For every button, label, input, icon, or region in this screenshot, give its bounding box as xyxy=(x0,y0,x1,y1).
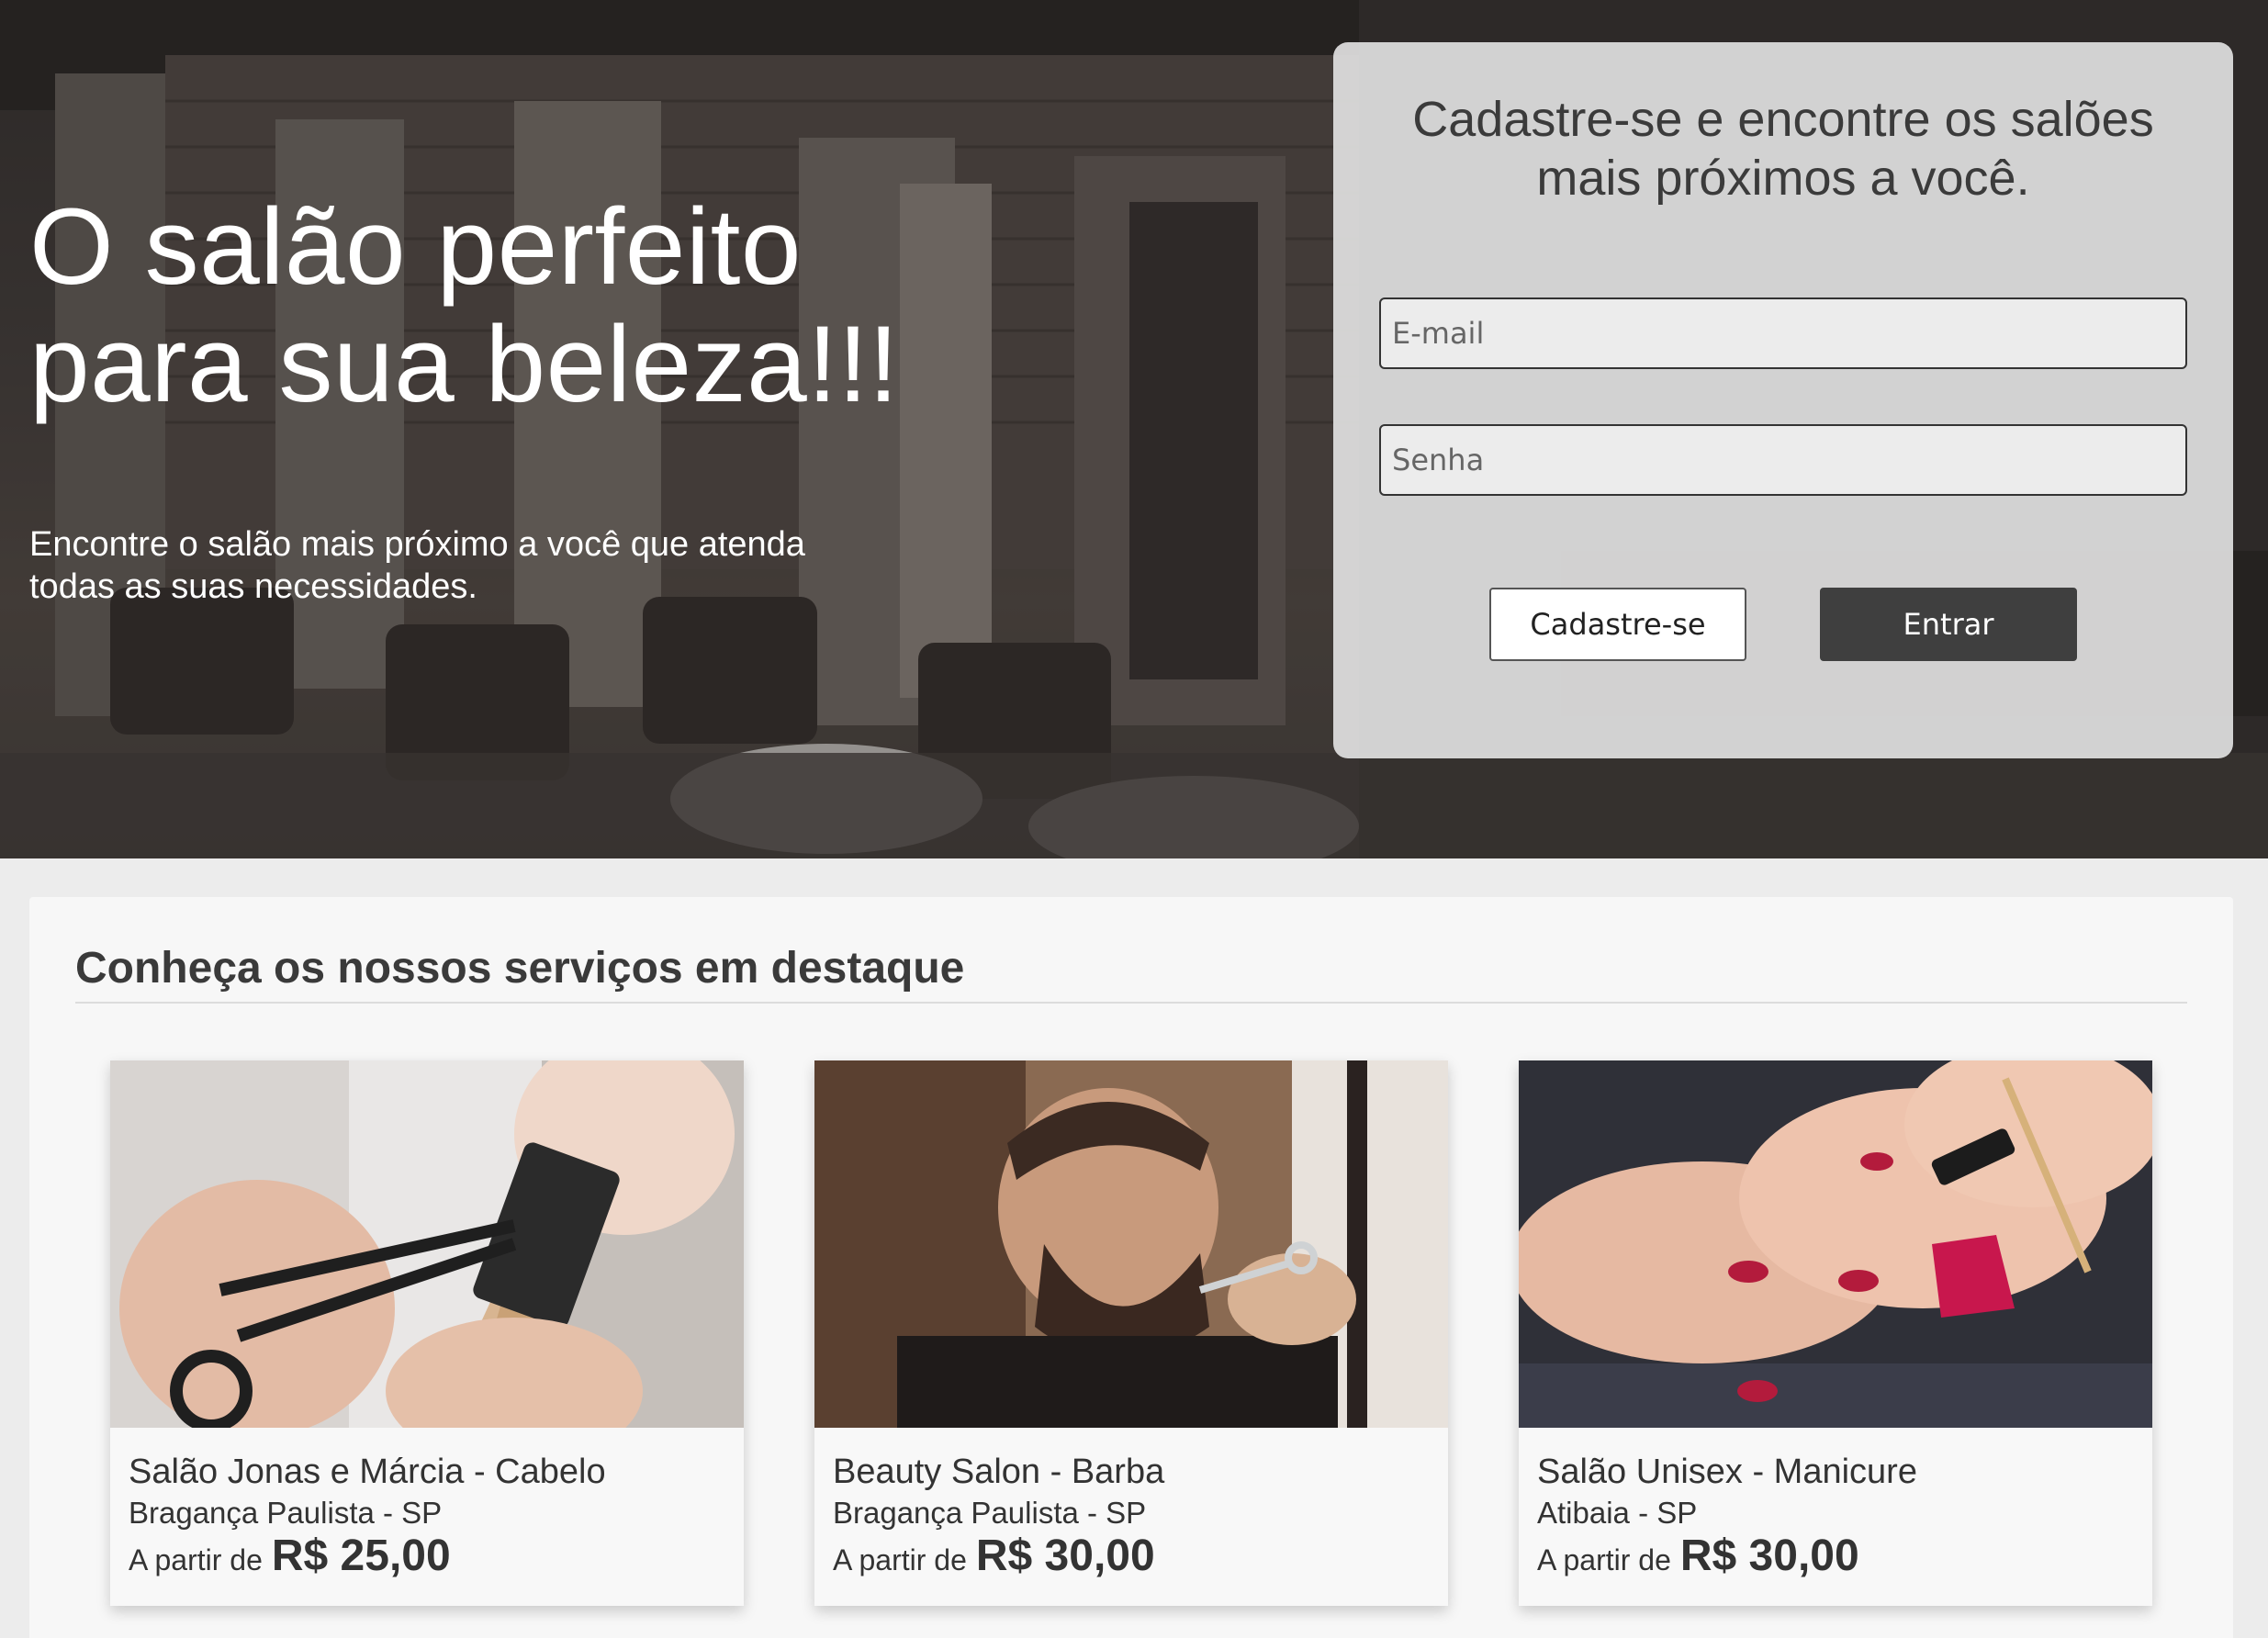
hero-title-line-1: O salão perfeito xyxy=(29,186,803,308)
service-location: Bragança Paulista - SP xyxy=(833,1496,1147,1530)
password-field[interactable] xyxy=(1379,424,2187,496)
hero-subtitle-line-2: todas as suas necessidades. xyxy=(29,567,477,606)
service-price: R$ 25,00 xyxy=(271,1531,451,1580)
service-price: R$ 30,00 xyxy=(1679,1531,1859,1580)
beard-trim-photo xyxy=(814,1060,1448,1428)
hero-title: O salão perfeito para sua beleza!!! xyxy=(29,188,1131,423)
signup-card-title: Cadastre-se e encontre os salões mais pr… xyxy=(1370,90,2196,208)
hero-subtitle: Encontre o salão mais próximo a você que… xyxy=(29,523,948,608)
login-button[interactable]: Entrar xyxy=(1820,588,2077,661)
signup-button[interactable]: Cadastre-se xyxy=(1489,588,1746,661)
service-location: Bragança Paulista - SP xyxy=(129,1496,443,1530)
price-prefix: A partir de xyxy=(1537,1543,1671,1576)
service-card[interactable]: Salão Jonas e Márcia - Cabelo Bragança P… xyxy=(110,1060,744,1606)
service-card[interactable]: Beauty Salon - Barba Bragança Paulista -… xyxy=(814,1060,1448,1606)
service-price-row: A partir de R$ 25,00 xyxy=(129,1531,451,1581)
price-prefix: A partir de xyxy=(833,1543,967,1576)
hero-title-line-2: para sua beleza!!! xyxy=(29,304,900,425)
service-price-row: A partir de R$ 30,00 xyxy=(833,1531,1155,1581)
hero-section: O salão perfeito para sua beleza!!! Enco… xyxy=(0,0,2268,858)
service-location: Atibaia - SP xyxy=(1537,1496,1698,1530)
signup-card: Cadastre-se e encontre os salões mais pr… xyxy=(1333,42,2233,758)
featured-services-title: Conheça os nossos serviços em destaque xyxy=(75,944,965,993)
email-field[interactable] xyxy=(1379,297,2187,369)
haircut-photo xyxy=(110,1060,744,1428)
service-name: Salão Unisex - Manicure xyxy=(1537,1453,1917,1491)
hero-subtitle-line-1: Encontre o salão mais próximo a você que… xyxy=(29,525,805,564)
service-name: Beauty Salon - Barba xyxy=(833,1453,1165,1491)
signup-card-title-line-2: mais próximos a você. xyxy=(1536,151,2030,206)
featured-services-section: Conheça os nossos serviços em destaque S… xyxy=(29,897,2233,1638)
manicure-photo xyxy=(1519,1060,2152,1428)
service-card[interactable]: Salão Unisex - Manicure Atibaia - SP A p… xyxy=(1519,1060,2152,1606)
price-prefix: A partir de xyxy=(129,1543,263,1576)
service-name: Salão Jonas e Márcia - Cabelo xyxy=(129,1453,606,1491)
section-divider xyxy=(75,1002,2187,1004)
service-price: R$ 30,00 xyxy=(975,1531,1155,1580)
service-price-row: A partir de R$ 30,00 xyxy=(1537,1531,1859,1581)
signup-card-title-line-1: Cadastre-se e encontre os salões xyxy=(1412,92,2154,147)
